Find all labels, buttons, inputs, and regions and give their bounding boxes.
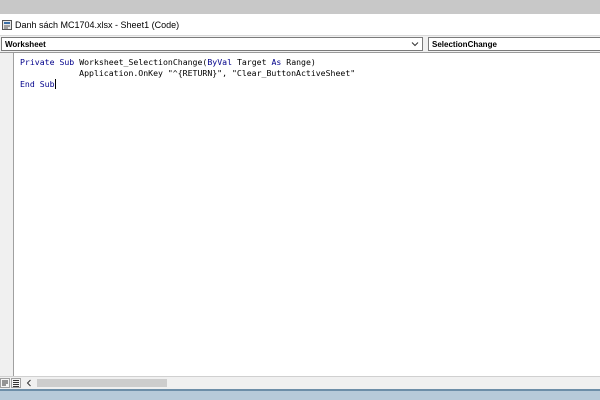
chevron-left-icon[interactable] [24, 378, 34, 388]
code-keyword: ByVal [207, 57, 233, 67]
chevron-down-icon[interactable] [411, 40, 419, 48]
code-line-2: Application.OnKey "^{RETURN}", "Clear_Bu… [20, 68, 356, 78]
code-keyword: Sub [59, 57, 75, 67]
code-text-segment: Range) [286, 57, 316, 67]
editor-margin-indicator-bar[interactable] [0, 53, 14, 377]
code-keyword: As [271, 57, 282, 67]
code-line-3: End Sub [20, 79, 355, 90]
procedure-view-icon[interactable] [0, 378, 10, 388]
window-titlebar: Danh sách MC1704.xlsx - Sheet1 (Code) [0, 14, 600, 36]
code-keyword: End [20, 79, 35, 89]
procedure-dropdown[interactable]: SelectionChange [428, 37, 600, 51]
horizontal-scrollbar-thumb[interactable] [37, 379, 167, 387]
code-editor[interactable]: Private Sub Worksheet_SelectionChange(By… [0, 52, 600, 377]
code-line-1: Private Sub Worksheet_SelectionChange(By… [20, 57, 355, 68]
vba-module-icon [2, 19, 12, 30]
bottom-window-strip [0, 389, 600, 400]
dropdown-row: Worksheet SelectionChange [0, 36, 600, 52]
code-keyword: Private [20, 57, 55, 67]
top-strip [0, 0, 600, 14]
editor-bottom-bar [0, 376, 600, 389]
code-text-segment: Worksheet_SelectionChange( [79, 57, 208, 67]
object-dropdown-value: Worksheet [5, 39, 46, 49]
code-text-segment: Target [236, 57, 267, 67]
code-text[interactable]: Private Sub Worksheet_SelectionChange(By… [20, 57, 355, 90]
text-caret [54, 79, 56, 89]
full-module-view-icon[interactable] [11, 378, 21, 388]
procedure-dropdown-value: SelectionChange [432, 39, 497, 49]
window-title: Danh sách MC1704.xlsx - Sheet1 (Code) [15, 19, 180, 30]
code-keyword: Sub [39, 79, 55, 89]
object-dropdown[interactable]: Worksheet [1, 37, 423, 51]
